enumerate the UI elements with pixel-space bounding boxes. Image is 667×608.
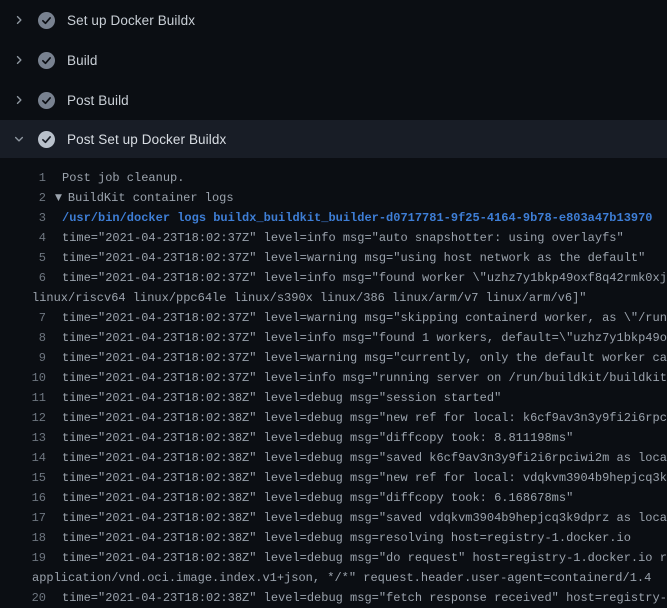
log-line: 5 time="2021-04-23T18:02:37Z" level=warni… <box>0 248 667 268</box>
check-circle-icon <box>38 92 55 109</box>
line-number[interactable]: 2 <box>0 188 46 208</box>
line-number[interactable]: 6 <box>0 268 46 288</box>
line-number[interactable]: 13 <box>0 428 46 448</box>
log-line: 8 time="2021-04-23T18:02:37Z" level=info … <box>0 328 667 348</box>
log-text: time="2021-04-23T18:02:38Z" level=debug … <box>62 511 667 525</box>
log-text: time="2021-04-23T18:02:38Z" level=debug … <box>62 431 573 445</box>
log-text: time="2021-04-23T18:02:38Z" level=debug … <box>62 491 573 505</box>
line-number[interactable]: 1 <box>0 168 46 188</box>
log-line: 13 time="2021-04-23T18:02:38Z" level=debu… <box>0 428 667 448</box>
line-number[interactable]: 14 <box>0 448 46 468</box>
log-line-wrap: linux/riscv64 linux/ppc64le linux/s390x … <box>0 288 667 308</box>
check-circle-icon <box>38 131 55 148</box>
log-line: 16 time="2021-04-23T18:02:38Z" level=debu… <box>0 488 667 508</box>
log-text: time="2021-04-23T18:02:37Z" level=warnin… <box>62 251 645 265</box>
log-line: 1 Post job cleanup. <box>0 168 667 188</box>
step-label: Set up Docker Buildx <box>67 13 195 28</box>
steps-list: Set up Docker Buildx Build Post Build Po… <box>0 0 667 158</box>
log-text: time="2021-04-23T18:02:37Z" level=info m… <box>62 331 667 345</box>
log-line: 14 time="2021-04-23T18:02:38Z" level=debu… <box>0 448 667 468</box>
log-text: time="2021-04-23T18:02:38Z" level=debug … <box>62 551 667 565</box>
line-number[interactable]: 9 <box>0 348 46 368</box>
log-command-text: /usr/bin/docker logs buildx_buildkit_bui… <box>62 211 653 225</box>
log-line: 17 time="2021-04-23T18:02:38Z" level=debu… <box>0 508 667 528</box>
line-number[interactable]: 4 <box>0 228 46 248</box>
step-label: Post Set up Docker Buildx <box>67 132 226 147</box>
log-line: 12 time="2021-04-23T18:02:38Z" level=debu… <box>0 408 667 428</box>
log-line: 11 time="2021-04-23T18:02:38Z" level=debu… <box>0 388 667 408</box>
log-text: time="2021-04-23T18:02:38Z" level=debug … <box>62 591 667 605</box>
step-row-build[interactable]: Build <box>0 40 667 80</box>
step-label: Build <box>67 53 98 68</box>
log-text: time="2021-04-23T18:02:38Z" level=debug … <box>62 531 631 545</box>
log-line: 6 time="2021-04-23T18:02:37Z" level=info … <box>0 268 667 288</box>
log-line: 10 time="2021-04-23T18:02:37Z" level=info… <box>0 368 667 388</box>
log-text: time="2021-04-23T18:02:37Z" level=warnin… <box>62 351 667 365</box>
step-row-set-up-docker-buildx[interactable]: Set up Docker Buildx <box>0 0 667 40</box>
log-text: time="2021-04-23T18:02:38Z" level=debug … <box>62 451 667 465</box>
log-line: 9 time="2021-04-23T18:02:37Z" level=warni… <box>0 348 667 368</box>
chevron-right-icon <box>12 13 26 27</box>
line-number[interactable]: 12 <box>0 408 46 428</box>
line-number[interactable]: 10 <box>0 368 46 388</box>
log-text: time="2021-04-23T18:02:37Z" level=info m… <box>62 271 667 285</box>
log-area: 1 Post job cleanup. 2 ▼ BuildKit container l… <box>0 158 667 608</box>
log-line: 7 time="2021-04-23T18:02:37Z" level=warni… <box>0 308 667 328</box>
line-number[interactable]: 7 <box>0 308 46 328</box>
line-number[interactable]: 20 <box>0 588 46 608</box>
log-text: time="2021-04-23T18:02:38Z" level=debug … <box>62 391 501 405</box>
step-label: Post Build <box>67 93 129 108</box>
line-number[interactable]: 3 <box>0 208 46 228</box>
log-line: 19 time="2021-04-23T18:02:38Z" level=debu… <box>0 548 667 568</box>
line-number[interactable]: 11 <box>0 388 46 408</box>
line-number[interactable]: 18 <box>0 528 46 548</box>
line-number[interactable]: 5 <box>0 248 46 268</box>
log-line: 18 time="2021-04-23T18:02:38Z" level=debu… <box>0 528 667 548</box>
check-circle-icon <box>38 52 55 69</box>
line-number[interactable]: 19 <box>0 548 46 568</box>
log-line: 2 ▼ BuildKit container logs <box>0 188 667 208</box>
log-line: 3/usr/bin/docker logs buildx_buildkit_bu… <box>0 208 667 228</box>
check-circle-icon <box>38 12 55 29</box>
disclosure-triangle-icon[interactable]: ▼ <box>55 188 62 208</box>
line-number[interactable]: 8 <box>0 328 46 348</box>
step-row-post-set-up-docker-buildx[interactable]: Post Set up Docker Buildx <box>0 120 667 158</box>
log-text[interactable]: BuildKit container logs <box>68 191 234 205</box>
log-text: time="2021-04-23T18:02:38Z" level=debug … <box>62 471 667 485</box>
log-line-wrap: application/vnd.oci.image.index.v1+json,… <box>0 568 667 588</box>
log-text: time="2021-04-23T18:02:38Z" level=debug … <box>62 411 667 425</box>
log-text: Post job cleanup. <box>62 171 184 185</box>
chevron-right-icon <box>12 53 26 67</box>
line-number[interactable]: 16 <box>0 488 46 508</box>
log-text: time="2021-04-23T18:02:37Z" level=info m… <box>62 371 667 385</box>
chevron-down-icon <box>12 132 26 146</box>
step-row-post-build[interactable]: Post Build <box>0 80 667 120</box>
line-number[interactable]: 17 <box>0 508 46 528</box>
log-text: time="2021-04-23T18:02:37Z" level=warnin… <box>62 311 667 325</box>
line-number[interactable]: 15 <box>0 468 46 488</box>
log-text: time="2021-04-23T18:02:37Z" level=info m… <box>62 231 624 245</box>
chevron-right-icon <box>12 93 26 107</box>
log-line: 15 time="2021-04-23T18:02:38Z" level=debu… <box>0 468 667 488</box>
log-line: 20 time="2021-04-23T18:02:38Z" level=debu… <box>0 588 667 608</box>
log-line: 4 time="2021-04-23T18:02:37Z" level=info … <box>0 228 667 248</box>
